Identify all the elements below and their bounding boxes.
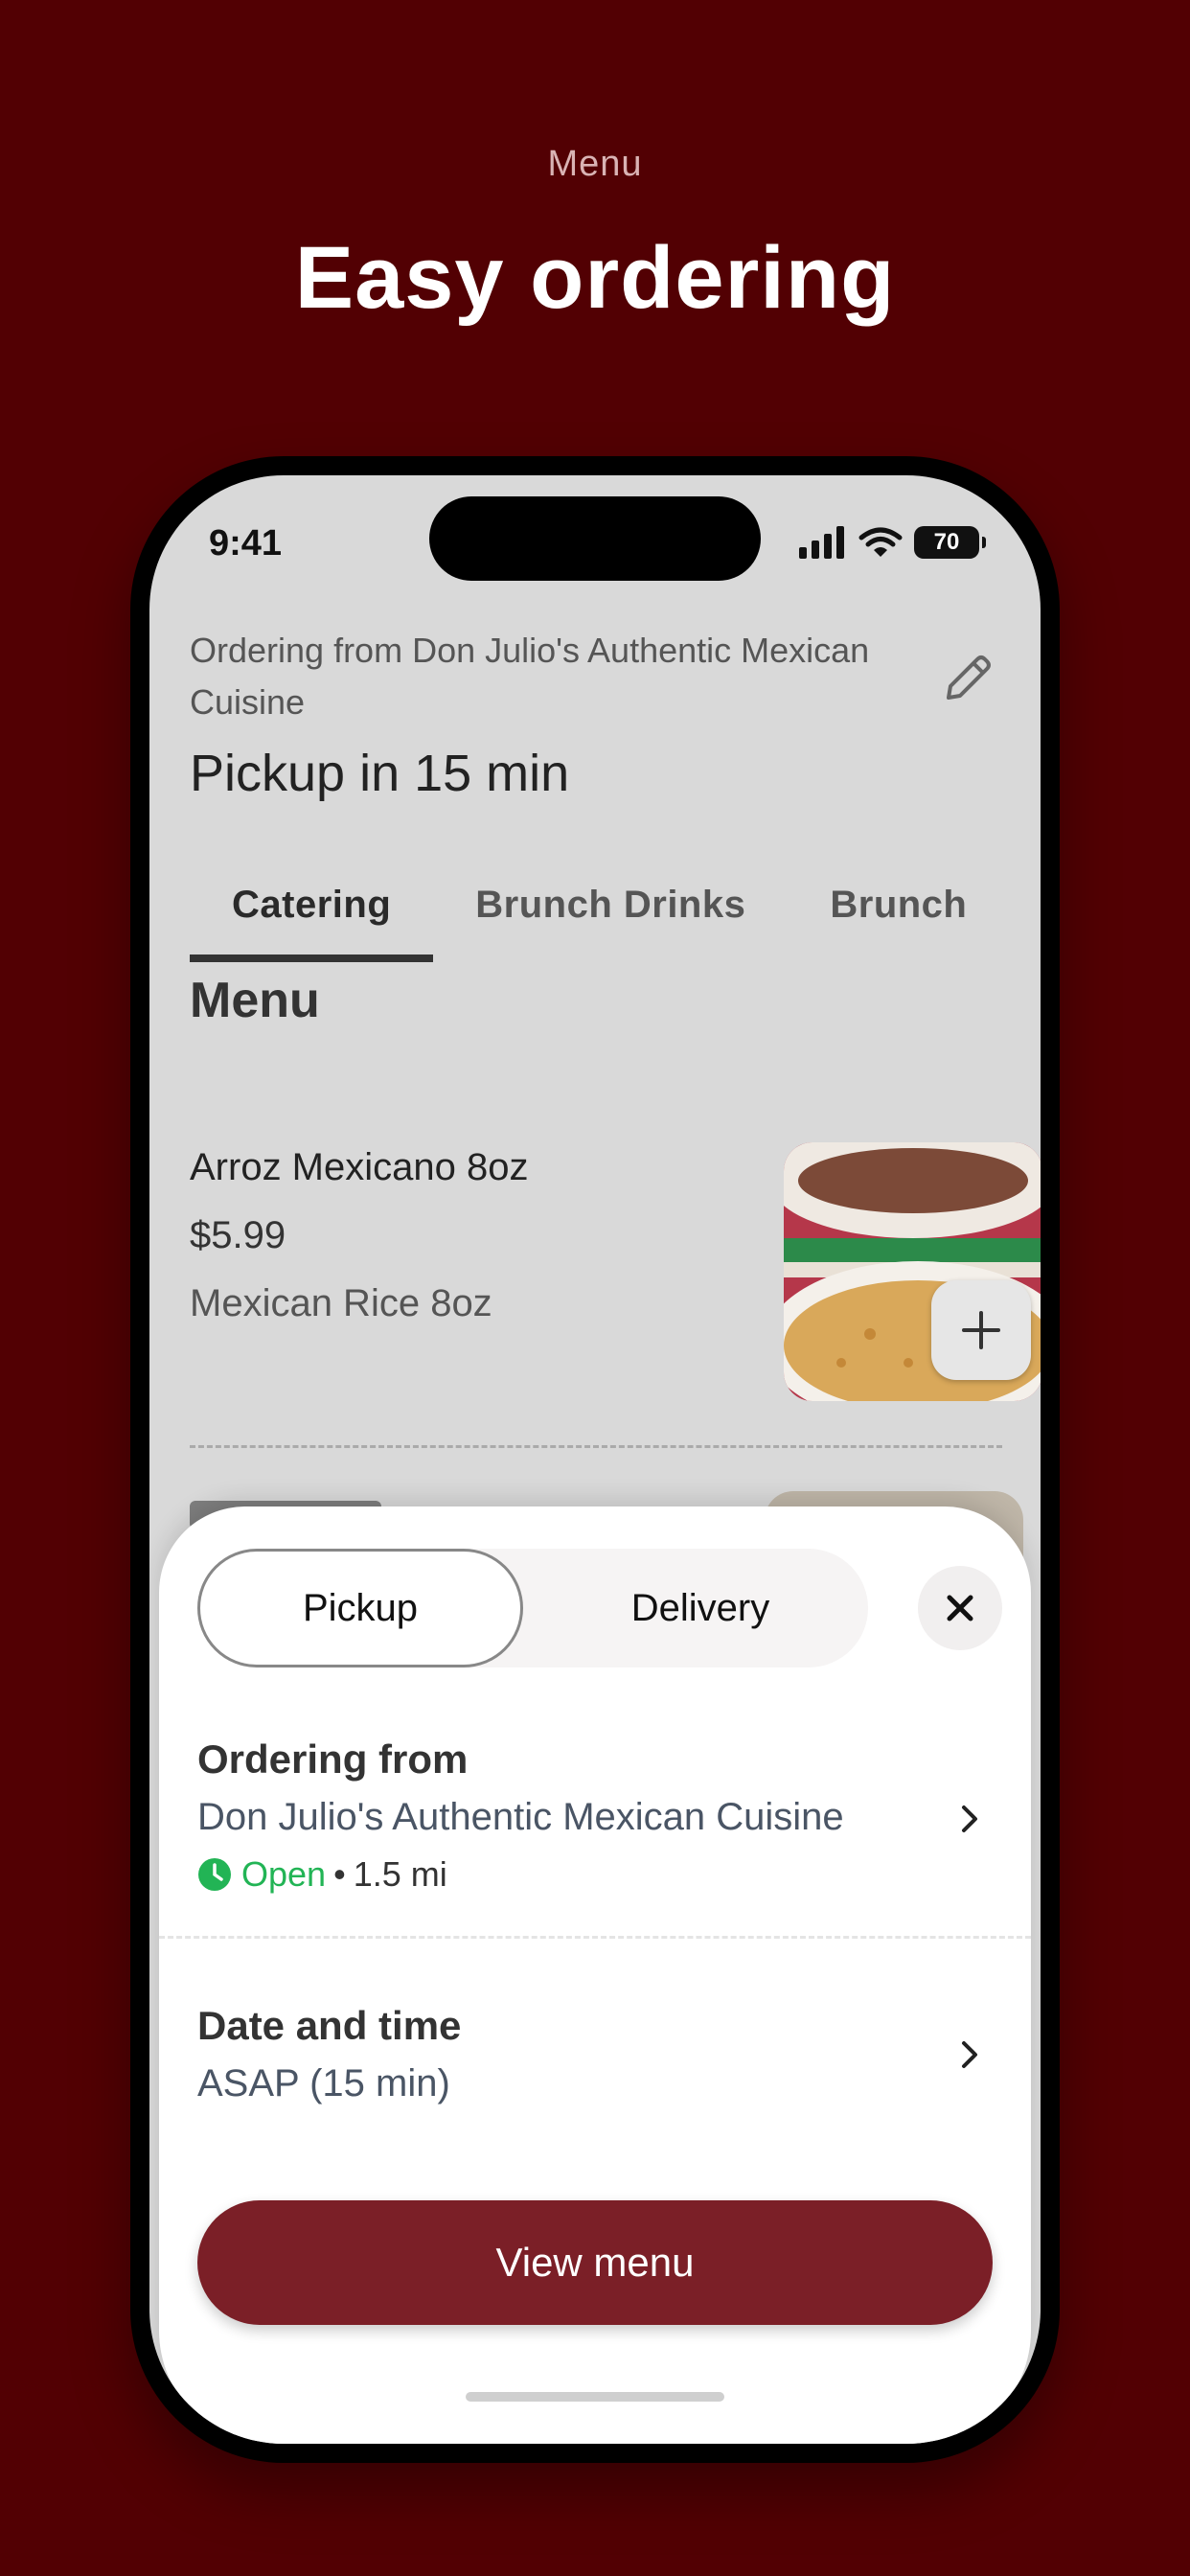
phone-screen: 9:41 70 Ordering from Don Julio's Authen…: [149, 475, 1041, 2444]
ordering-from-title: Ordering from: [197, 1736, 469, 1782]
battery-icon: 70: [914, 526, 986, 559]
plus-icon: [962, 1311, 1000, 1349]
status-time: 9:41: [209, 523, 283, 564]
menu-item[interactable]: Arroz Mexicano 8oz $5.99 Mexican Rice 8o…: [190, 1142, 1041, 1401]
promo-label: Menu: [547, 144, 643, 184]
status-separator: •: [333, 1854, 346, 1894]
close-icon: [947, 1595, 973, 1622]
date-time-value: ASAP (15 min): [197, 2062, 450, 2104]
restaurant-name: Don Julio's Authentic Mexican Cuisine: [197, 1796, 844, 1838]
wifi-icon: [858, 527, 903, 557]
fulfillment-toggle: Pickup Delivery: [197, 1549, 868, 1668]
clock-icon: [198, 1858, 231, 1891]
promo-title: Easy ordering: [294, 229, 896, 327]
category-tabs: Catering Brunch Drinks Brunch: [190, 859, 1041, 962]
ordering-from-text: Ordering from Don Julio's Authentic Mexi…: [190, 631, 870, 722]
close-button[interactable]: [918, 1566, 1002, 1650]
distance: 1.5 mi: [353, 1854, 447, 1894]
pickup-eta: Pickup in 15 min: [190, 745, 570, 802]
open-status: Open: [241, 1854, 327, 1894]
signal-icon: [799, 526, 844, 559]
ordering-from-row[interactable]: Ordering from Don Julio's Authentic Mexi…: [197, 1736, 993, 1895]
add-item-button[interactable]: [931, 1280, 1031, 1380]
pickup-option[interactable]: Pickup: [197, 1549, 523, 1668]
order-options-sheet: Pickup Delivery Ordering from Don Julio'…: [159, 1506, 1031, 2444]
tab-brunch[interactable]: Brunch: [788, 859, 1009, 954]
tab-brunch-drinks[interactable]: Brunch Drinks: [433, 859, 788, 954]
view-menu-button[interactable]: View menu: [197, 2200, 993, 2325]
date-time-title: Date and time: [197, 2003, 462, 2048]
menu-heading: Menu: [190, 973, 320, 1028]
home-indicator: [466, 2392, 724, 2402]
status-icons: 70: [797, 523, 986, 562]
tab-catering[interactable]: Catering: [190, 859, 434, 962]
chevron-right-icon: [962, 2041, 977, 2068]
phone-frame: 9:41 70 Ordering from Don Julio's Authen…: [130, 456, 1060, 2463]
dynamic-island: [429, 496, 761, 581]
pencil-icon[interactable]: [937, 648, 998, 709]
restaurant-status: Open • 1.5 mi: [197, 1854, 993, 1895]
item-divider: [190, 1445, 1002, 1448]
date-time-row[interactable]: Date and time ASAP (15 min): [197, 2003, 993, 2105]
sheet-divider: [159, 1936, 1031, 1939]
chevron-right-icon: [962, 1806, 977, 1832]
delivery-option[interactable]: Delivery: [533, 1549, 868, 1668]
